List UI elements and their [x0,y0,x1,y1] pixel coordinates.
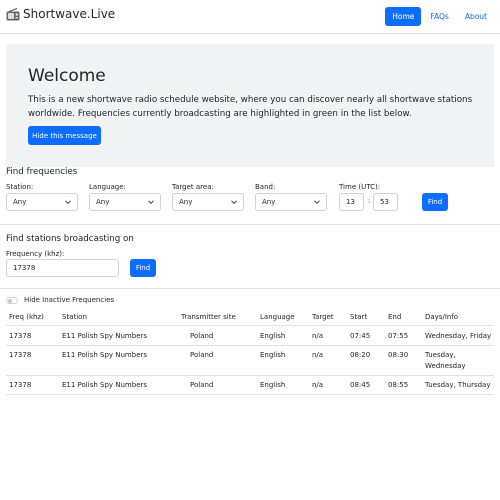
welcome-title: Welcome [28,66,106,86]
cell-end: 08:55 [388,381,409,389]
cell-transmitter: Poland [190,332,214,340]
language-select[interactable]: Any [89,193,161,211]
hide-inactive-label: Hide Inactive Frequencies [24,296,115,304]
toggle-knob [8,299,12,303]
cell-station: E11 Polish Spy Numbers [62,351,148,359]
welcome-banner: Welcome This is a new shortwave radio sc… [6,44,494,167]
header-station: Station [62,313,87,321]
hour-input[interactable]: 13 [339,193,364,211]
station-label: Station: [6,183,34,191]
header-start: Start [350,313,368,321]
frequency-input[interactable]: 17378 [6,259,119,277]
cell-start: 08:20 [350,351,371,359]
find-frequencies-title: Find frequencies [6,167,78,177]
time-label: Time (UTC): [339,183,381,191]
station-select[interactable]: Any [6,193,78,211]
header-target: Target [312,313,334,321]
header-days: Days/Info [425,313,459,321]
section-divider [0,288,500,289]
cell-station: E11 Polish Spy Numbers [62,332,148,340]
nav-links: Home FAQs About [385,7,494,26]
time-separator: : [368,197,371,205]
band-label: Band: [255,183,276,191]
brand[interactable]: Shortwave.Live [6,7,115,21]
cell-days: Wednesday, Friday [425,332,492,340]
find-stations-button[interactable]: Find [130,259,156,277]
cell-days: Tuesday, Wednesday [425,351,466,370]
header-language: Language [260,313,295,321]
cell-freq: 17378 [9,332,32,340]
chevron-down-icon [148,200,154,205]
cell-end: 08:30 [388,351,409,359]
brand-name: Shortwave.Live [23,7,116,21]
chevron-down-icon [65,200,71,205]
cell-target: n/a [312,351,324,359]
chevron-down-icon [231,200,237,205]
cell-station: E11 Polish Spy Numbers [62,381,148,389]
nav-faqs[interactable]: FAQs [423,7,455,26]
table-header-row: Freq (khz) Station Transmitter site Lang… [6,309,494,326]
frequency-label: Frequency (khz): [6,250,65,258]
cell-end: 07:55 [388,332,409,340]
target-area-label: Target area: [172,183,214,191]
table-row[interactable]: 17378 E11 Polish Spy Numbers Poland Engl… [6,376,494,395]
cell-transmitter: Poland [190,351,214,359]
cell-transmitter: Poland [190,381,214,389]
cell-days: Tuesday, Thursday [425,381,491,389]
header-transmitter: Transmitter site [181,313,236,321]
cell-freq: 17378 [9,381,32,389]
cell-language: English [260,332,286,340]
chevron-down-icon [314,200,320,205]
language-label: Language: [89,183,126,191]
nav-about[interactable]: About [458,7,494,26]
table-row[interactable]: 17378 E11 Polish Spy Numbers Poland Engl… [6,346,494,376]
language-select-value: Any [96,198,110,206]
navbar: Shortwave.Live Home FAQs About [0,0,500,34]
radio-icon [6,7,20,20]
hide-inactive-toggle[interactable] [6,297,18,304]
header-freq: Freq (khz) [9,313,44,321]
cell-target: n/a [312,332,324,340]
target-area-select-value: Any [179,198,193,206]
nav-home[interactable]: Home [385,7,422,26]
section-divider [0,224,500,225]
minute-input[interactable]: 53 [373,193,398,211]
band-select[interactable]: Any [255,193,327,211]
table-row[interactable]: 17378 E11 Polish Spy Numbers Poland Engl… [6,326,494,346]
header-end: End [388,313,402,321]
band-select-value: Any [262,198,276,206]
welcome-text: This is a new shortwave radio schedule w… [28,95,473,119]
cell-freq: 17378 [9,351,32,359]
find-frequencies-button[interactable]: Find [422,193,448,211]
cell-language: English [260,381,286,389]
target-area-select[interactable]: Any [172,193,244,211]
cell-start: 07:45 [350,332,371,340]
find-stations-title: Find stations broadcasting on [6,234,134,244]
hide-message-button[interactable]: Hide this message [28,126,101,145]
cell-language: English [260,351,286,359]
cell-start: 08:45 [350,381,371,389]
cell-target: n/a [312,381,324,389]
station-select-value: Any [13,198,27,206]
